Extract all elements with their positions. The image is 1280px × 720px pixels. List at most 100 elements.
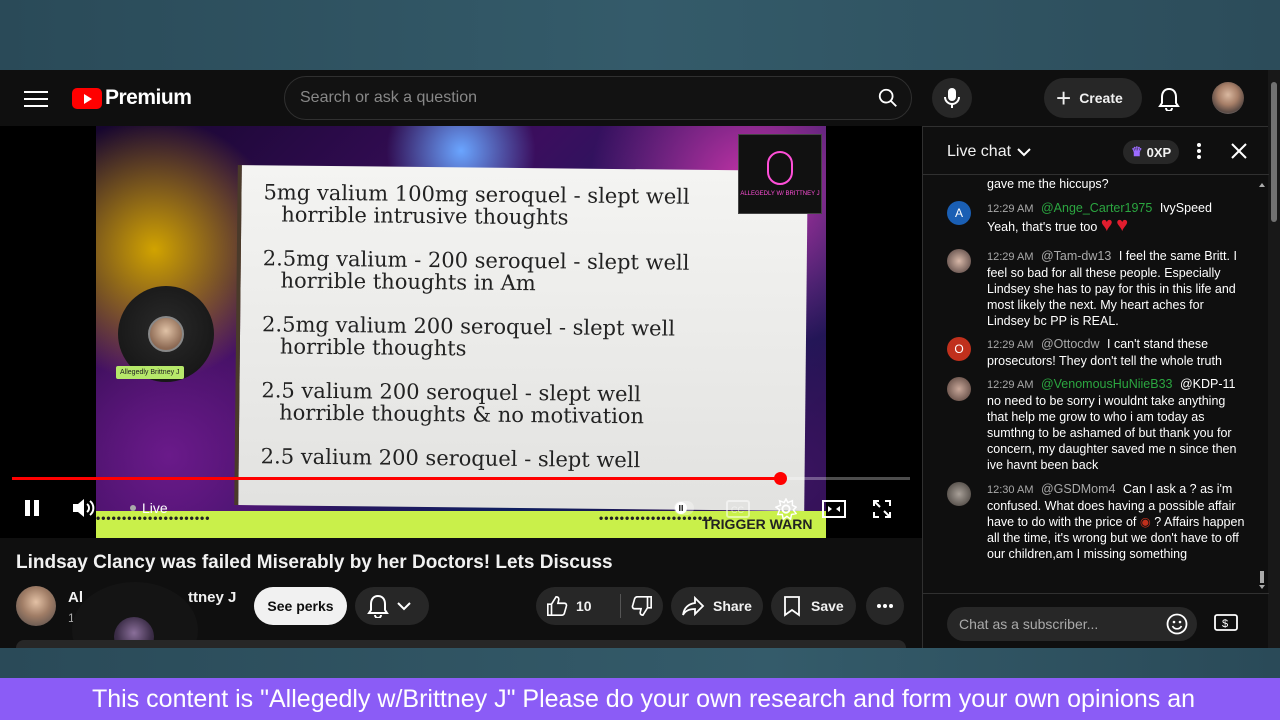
note-entry: 5mg valium 100mg seroquel - slept well h… xyxy=(263,180,785,230)
progress-bar-fill xyxy=(12,477,780,480)
fullscreen-icon xyxy=(873,500,891,518)
live-chat-title: Live chat xyxy=(947,143,1012,160)
live-chat-mode-selector[interactable]: Live chat xyxy=(947,143,1031,161)
live-dot-icon xyxy=(130,505,136,511)
search-input[interactable]: Search or ask a question xyxy=(300,89,477,107)
chat-message: O 12:29 AM @Ottocdw I can't stand these … xyxy=(947,336,1247,369)
chat-avatar[interactable] xyxy=(947,482,971,506)
toggle-pause-icon xyxy=(674,501,694,515)
save-button[interactable]: Save xyxy=(771,587,856,625)
close-chat-button[interactable] xyxy=(1229,141,1249,161)
chat-input-area: Chat as a subscriber... $ xyxy=(923,593,1269,649)
chat-message-text: Yeah, that's true too xyxy=(987,220,1098,234)
create-button[interactable]: + Create xyxy=(1044,78,1142,118)
like-count: 10 xyxy=(576,598,592,614)
super-chat-button[interactable]: $ xyxy=(1213,612,1239,636)
menu-icon[interactable] xyxy=(22,86,50,110)
xp-value: 0XP xyxy=(1146,144,1172,160)
captions-icon: CC xyxy=(726,500,750,518)
volume-icon xyxy=(73,499,95,517)
share-button[interactable]: Share xyxy=(671,587,763,625)
browser-top-band xyxy=(0,0,1280,70)
chat-author[interactable]: @VenomousHuNiieB33 xyxy=(1041,377,1173,391)
strip-dots: •••••••••••••••••••••• xyxy=(599,511,714,525)
page-scrollbar[interactable] xyxy=(1268,70,1280,648)
youtube-logo[interactable]: Premium xyxy=(72,86,192,110)
emoji-button[interactable] xyxy=(1165,612,1189,636)
notes-paper: 5mg valium 100mg seroquel - slept well h… xyxy=(234,165,808,511)
note-line: horrible thoughts in Am xyxy=(280,268,536,296)
lips-emoji-icon: ◉ xyxy=(1139,515,1151,529)
chat-author[interactable]: @Ange_Carter1975 xyxy=(1041,201,1152,215)
more-actions-button[interactable] xyxy=(866,587,904,625)
chat-timestamp: 12:30 AM xyxy=(987,484,1034,496)
theater-mode-button[interactable] xyxy=(820,496,848,522)
voice-search-button[interactable] xyxy=(932,78,972,118)
pause-icon xyxy=(25,500,39,516)
description-box[interactable] xyxy=(16,640,906,648)
miniplayer-toggle[interactable] xyxy=(672,498,696,518)
volume-button[interactable] xyxy=(70,496,98,520)
chat-message: 12:30 AM @GSDMom4 Can I ask a ? as i'm c… xyxy=(947,481,1247,562)
gear-icon xyxy=(775,498,797,520)
more-horizontal-icon xyxy=(877,604,893,608)
like-button[interactable]: 10 xyxy=(536,595,620,617)
smiley-icon xyxy=(1166,613,1188,635)
see-perks-button[interactable]: See perks xyxy=(254,587,347,625)
chat-avatar[interactable]: A xyxy=(947,201,971,225)
search-icon xyxy=(878,88,897,107)
video-title: Lindsay Clancy was failed Miserably by h… xyxy=(16,552,613,573)
settings-button[interactable] xyxy=(772,496,800,522)
chat-timestamp: 12:29 AM xyxy=(987,339,1034,351)
channel-avatar[interactable] xyxy=(16,586,56,626)
dislike-button[interactable] xyxy=(621,595,653,617)
chat-author[interactable]: @Ottocdw xyxy=(1041,337,1100,351)
chat-avatar[interactable] xyxy=(947,249,971,273)
progress-scrubber[interactable] xyxy=(774,472,787,485)
bookmark-icon xyxy=(784,596,800,617)
chat-scrollbar[interactable] xyxy=(1257,179,1267,589)
chat-options-button[interactable] xyxy=(1189,141,1209,161)
podcast-logo: ALLEGEDLY W/ BRITTNEY J xyxy=(738,134,822,214)
note-line: horrible thoughts xyxy=(279,334,467,361)
chat-author[interactable]: @Tam-dw13 xyxy=(1041,249,1111,263)
chat-badge-text: IvySpeed xyxy=(1159,201,1212,215)
like-dislike-group: 10 xyxy=(536,587,663,625)
account-avatar[interactable] xyxy=(1212,82,1244,114)
microphone-icon xyxy=(944,88,960,108)
thumbs-down-icon xyxy=(631,596,652,616)
note-entry: 2.5mg valium - 200 seroquel - slept well… xyxy=(262,246,784,296)
bell-icon xyxy=(1158,87,1180,111)
notification-settings-button[interactable] xyxy=(355,587,429,625)
host-label: Allegedly Brittney J xyxy=(116,366,184,379)
chat-message-list[interactable]: gave me the hiccups? A 12:29 AM @Ange_Ca… xyxy=(923,175,1269,589)
podcast-mic-icon xyxy=(767,151,793,185)
chat-avatar[interactable] xyxy=(947,377,971,401)
note-entry: 2.5 valium 200 seroquel - slept well xyxy=(260,444,783,473)
note-line: horrible intrusive thoughts xyxy=(281,202,569,230)
xp-badge[interactable]: ♛ 0XP xyxy=(1123,140,1180,164)
captions-button[interactable]: CC xyxy=(724,498,752,520)
chat-input[interactable]: Chat as a subscriber... xyxy=(947,607,1197,641)
save-label: Save xyxy=(811,598,844,614)
notifications-button[interactable] xyxy=(1156,86,1182,112)
chat-timestamp: 12:29 AM xyxy=(987,203,1034,215)
chat-author[interactable]: @GSDMom4 xyxy=(1041,482,1116,496)
chat-message-text: @KDP-11 no need to be sorry i wouldnt ta… xyxy=(987,377,1237,472)
bell-icon xyxy=(367,594,389,618)
chat-avatar[interactable]: O xyxy=(947,337,971,361)
page-scrollbar-thumb[interactable] xyxy=(1271,82,1277,222)
plus-icon: + xyxy=(1056,83,1072,113)
search-box[interactable]: Search or ask a question xyxy=(284,76,912,120)
masthead: Premium Search or ask a question + Creat… xyxy=(0,70,1268,126)
note-line: 2.5 valium 200 seroquel - slept well xyxy=(260,444,641,473)
search-button[interactable] xyxy=(867,78,909,118)
create-label: Create xyxy=(1079,90,1123,106)
video-player[interactable]: 5mg valium 100mg seroquel - slept well h… xyxy=(0,126,922,538)
disclaimer-ticker: This content is "Allegedly w/Brittney J"… xyxy=(0,678,1280,720)
fullscreen-button[interactable] xyxy=(868,496,896,522)
podcast-logo-text: ALLEGEDLY W/ BRITTNEY J xyxy=(740,191,820,197)
pause-button[interactable] xyxy=(20,496,44,520)
live-indicator[interactable]: Live xyxy=(130,500,168,516)
chat-message: gave me the hiccups? xyxy=(947,176,1247,192)
